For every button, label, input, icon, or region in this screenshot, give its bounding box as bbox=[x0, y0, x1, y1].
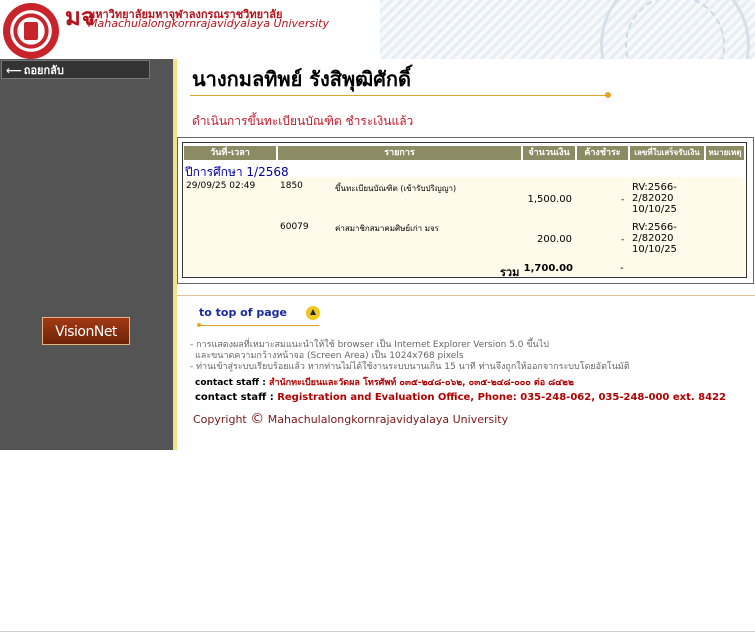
registration-status-text: ดำเนินการขึ้นทะเบียนบัณฑิต ชำระเงินแล้ว bbox=[192, 114, 414, 128]
column-header-item: รายการ bbox=[278, 146, 521, 160]
arrow-up-icon[interactable] bbox=[306, 306, 320, 320]
column-header-outstanding: ค้างชำระ bbox=[577, 146, 628, 160]
copyright-notice: Copyright © Mahachulalongkornrajavidyala… bbox=[193, 411, 508, 427]
column-header-receipt: เลขที่ใบเสร็จรับเงิน bbox=[630, 146, 704, 160]
copyright-holder: Mahachulalongkornrajavidyalaya Universit… bbox=[267, 413, 509, 426]
row1-code: 1850 bbox=[280, 181, 303, 191]
contact-staff-thai: contact staff : สำนักทะเบียนและวัดผล โทร… bbox=[195, 375, 574, 389]
row1-receipt-line3: 10/10/25 bbox=[632, 204, 677, 215]
arrow-left-icon: ⟵ bbox=[6, 64, 22, 77]
page-bottom-border bbox=[0, 631, 755, 632]
page-header: มจ มหาวิทยาลัยมหาจุฬาลงกรณราชวิทยาลัย Ma… bbox=[0, 0, 755, 59]
visionnet-button[interactable]: VisionNet bbox=[42, 317, 130, 345]
row1-receipt-line1: RV:2566- bbox=[632, 182, 677, 193]
row1-outstanding: - bbox=[621, 195, 625, 205]
copyright-word: Copyright bbox=[193, 413, 247, 426]
student-name-title: นางกมลทิพย์ รังสิพุฒิศักดิ์ bbox=[192, 67, 412, 91]
row2-receipt-line3: 10/10/25 bbox=[632, 244, 677, 255]
row1-receipt-line2: 2/82020 bbox=[632, 193, 674, 204]
total-outstanding: - bbox=[620, 263, 624, 274]
column-header-note: หมายเหตุ bbox=[706, 146, 744, 160]
column-header-amount: จำนวนเงิน bbox=[523, 146, 575, 160]
title-underline bbox=[190, 95, 608, 96]
contact-thai-value: สำนักทะเบียนและวัดผล โทรศัพท์ ๐๓๕-๒๔๘-๐๖… bbox=[268, 378, 574, 388]
row1-receipt: RV:2566- 2/82020 10/10/25 bbox=[632, 182, 677, 215]
row2-receipt: RV:2566- 2/82020 10/10/25 bbox=[632, 222, 677, 255]
row1-item: ขึ้นทะเบียนบัณฑิต (เข้ารับปริญญา) bbox=[335, 184, 457, 193]
university-seal-logo bbox=[3, 3, 59, 59]
row2-code: 60079 bbox=[280, 222, 309, 232]
to-top-link[interactable]: to top of page bbox=[199, 306, 287, 319]
top-link-underline bbox=[199, 325, 319, 326]
back-button-label: ถอยกลับ bbox=[23, 64, 64, 77]
section-divider bbox=[177, 295, 755, 296]
title-underline-dot bbox=[605, 92, 611, 98]
contact-english-value: Registration and Evaluation Office, Phon… bbox=[277, 392, 727, 403]
contact-label-english: contact staff : bbox=[195, 392, 274, 403]
total-amount: 1,700.00 bbox=[523, 263, 573, 274]
university-name-english: Mahachulalongkornrajavidyalaya Universit… bbox=[88, 17, 329, 30]
row1-amount: 1,500.00 bbox=[527, 194, 572, 205]
back-button[interactable]: ⟵ ถอยกลับ bbox=[1, 60, 150, 79]
row2-outstanding: - bbox=[621, 235, 625, 245]
academic-year-label: ปีการศึกษา 1/2568 bbox=[185, 165, 289, 179]
column-header-datetime: วันที่-เวลา bbox=[184, 146, 276, 160]
row1-datetime: 29/09/25 02:49 bbox=[186, 181, 256, 191]
row2-amount: 200.00 bbox=[537, 234, 572, 245]
copyright-icon: © bbox=[250, 411, 265, 427]
row2-item: ค่าสมาชิกสมาคมศิษย์เก่า มจร bbox=[335, 224, 439, 233]
left-sidebar bbox=[0, 59, 173, 450]
session-timeout-note: - ท่านเข้าสู่ระบบเรียบร้อยแล้ว หากท่านไม… bbox=[190, 362, 630, 372]
contact-staff-english: contact staff : Registration and Evaluat… bbox=[195, 392, 726, 403]
row2-receipt-line2: 2/82020 bbox=[632, 233, 674, 244]
header-watermark-seal-inner bbox=[625, 0, 725, 59]
contact-label: contact staff : bbox=[195, 378, 266, 388]
row2-receipt-line1: RV:2566- bbox=[632, 222, 677, 233]
